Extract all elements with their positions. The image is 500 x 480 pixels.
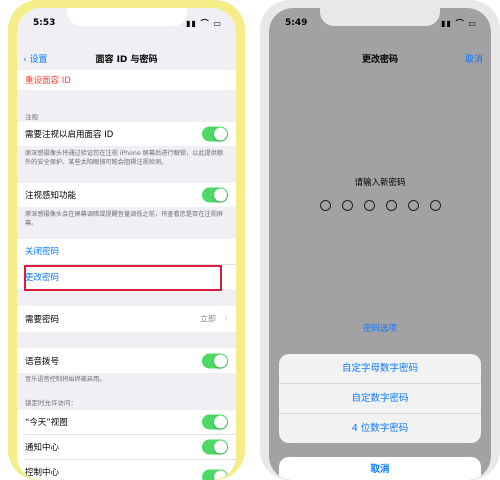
passcode-prompt: 请输入新密码 [269, 176, 491, 188]
passcode-dot [430, 200, 441, 211]
status-icons: ▮▮ ⌒ ▭ [441, 18, 477, 29]
page-title: 更改密码 [269, 52, 491, 65]
left-phone-frame: 5:53 ▮▮ ⌒ ▭ ‹ 设置 面容 ID 与密码 重设面容 ID 注视 需要… [8, 0, 245, 480]
passcode-dot [320, 200, 331, 211]
require-passcode-label: 需要密码 [25, 313, 59, 325]
page-title: 面容 ID 与密码 [17, 52, 236, 65]
require-passcode-row[interactable]: 需要密码 立即 › [17, 306, 236, 332]
attention-aware-toggle[interactable] [202, 188, 228, 203]
control-center-label: 控制中心 [25, 466, 59, 478]
control-center-toggle[interactable] [202, 470, 228, 480]
status-time: 5:49 [285, 18, 307, 28]
today-view-row: “今天”视图 [17, 410, 236, 434]
settings-screen: 5:53 ▮▮ ⌒ ▭ ‹ 设置 面容 ID 与密码 重设面容 ID 注视 需要… [17, 8, 236, 480]
sheet-cancel-button[interactable]: 取消 [279, 457, 481, 480]
require-passcode-value: 立即 [200, 314, 216, 325]
option-custom-alphanumeric[interactable]: 自定字母数字密码 [279, 354, 481, 384]
right-phone-frame: 5:49 ▮▮ ⌒ ▭ 更改密码 取消 请输入新密码 密码选项 自定字母数字密码… [260, 0, 500, 480]
passcode-dot [408, 200, 419, 211]
action-sheet: 自定字母数字密码 自定数字密码 4 位数字密码 [279, 354, 481, 443]
status-bar: 5:53 ▮▮ ⌒ ▭ [33, 18, 222, 28]
require-attention-toggle[interactable] [202, 127, 228, 142]
section-locked-access: 锁定时允许访问： [25, 397, 77, 407]
nav-bar: 更改密码 取消 [269, 46, 491, 70]
section-attention: 注视 [25, 111, 38, 121]
status-icons: ▮▮ ⌒ ▭ [186, 18, 222, 29]
attention-aware-hint: 原深感摄像头会在屏幕调暗或提醒音量调低之前，将查看您是否在注视屏幕。 [25, 210, 228, 228]
passcode-dot [386, 200, 397, 211]
passcode-dot [364, 200, 375, 211]
attention-aware-row: 注视感知功能 [17, 183, 236, 207]
option-custom-numeric[interactable]: 自定数字密码 [279, 384, 481, 414]
reset-face-id-label: 重设面容 ID [25, 74, 71, 86]
notification-center-label: 通知中心 [25, 441, 59, 453]
status-time: 5:53 [33, 18, 55, 28]
nav-bar: ‹ 设置 面容 ID 与密码 [17, 46, 236, 70]
turn-off-passcode-row[interactable]: 关闭密码 [17, 239, 236, 263]
status-bar: 5:49 ▮▮ ⌒ ▭ [285, 18, 477, 28]
voice-dial-toggle[interactable] [202, 353, 228, 368]
today-view-label: “今天”视图 [25, 416, 68, 428]
reset-face-id-row[interactable]: 重设面容 ID [17, 70, 236, 90]
notification-center-toggle[interactable] [202, 440, 228, 455]
today-view-toggle[interactable] [202, 415, 228, 430]
change-passcode-screen: 5:49 ▮▮ ⌒ ▭ 更改密码 取消 请输入新密码 密码选项 自定字母数字密码… [269, 8, 491, 480]
highlight-box [24, 265, 222, 291]
voice-dial-hint: 音乐语音控制将始终被启用。 [25, 375, 228, 384]
passcode-dot [342, 200, 353, 211]
locked-access-group: “今天”视图 通知中心 控制中心 [17, 410, 236, 480]
control-center-row: 控制中心 [17, 460, 236, 480]
voice-dial-row: 语音拨号 [17, 348, 236, 373]
chevron-right-icon: › [224, 314, 228, 324]
require-attention-label: 需要注视以启用面容 ID [25, 128, 113, 140]
voice-dial-label: 语音拨号 [25, 355, 59, 367]
option-4-digit[interactable]: 4 位数字密码 [279, 414, 481, 443]
notification-center-row: 通知中心 [17, 435, 236, 459]
require-attention-hint: 原深感摄像头将通过验证您在注视 iPhone 屏幕后进行解锁，以此提供额外的安全… [25, 149, 228, 167]
attention-aware-label: 注视感知功能 [25, 189, 76, 201]
turn-off-passcode-label: 关闭密码 [25, 245, 59, 257]
passcode-dots [269, 200, 491, 211]
cancel-button[interactable]: 取消 [465, 52, 483, 65]
require-attention-row: 需要注视以启用面容 ID [17, 122, 236, 146]
passcode-options-link[interactable]: 密码选项 [269, 322, 491, 334]
